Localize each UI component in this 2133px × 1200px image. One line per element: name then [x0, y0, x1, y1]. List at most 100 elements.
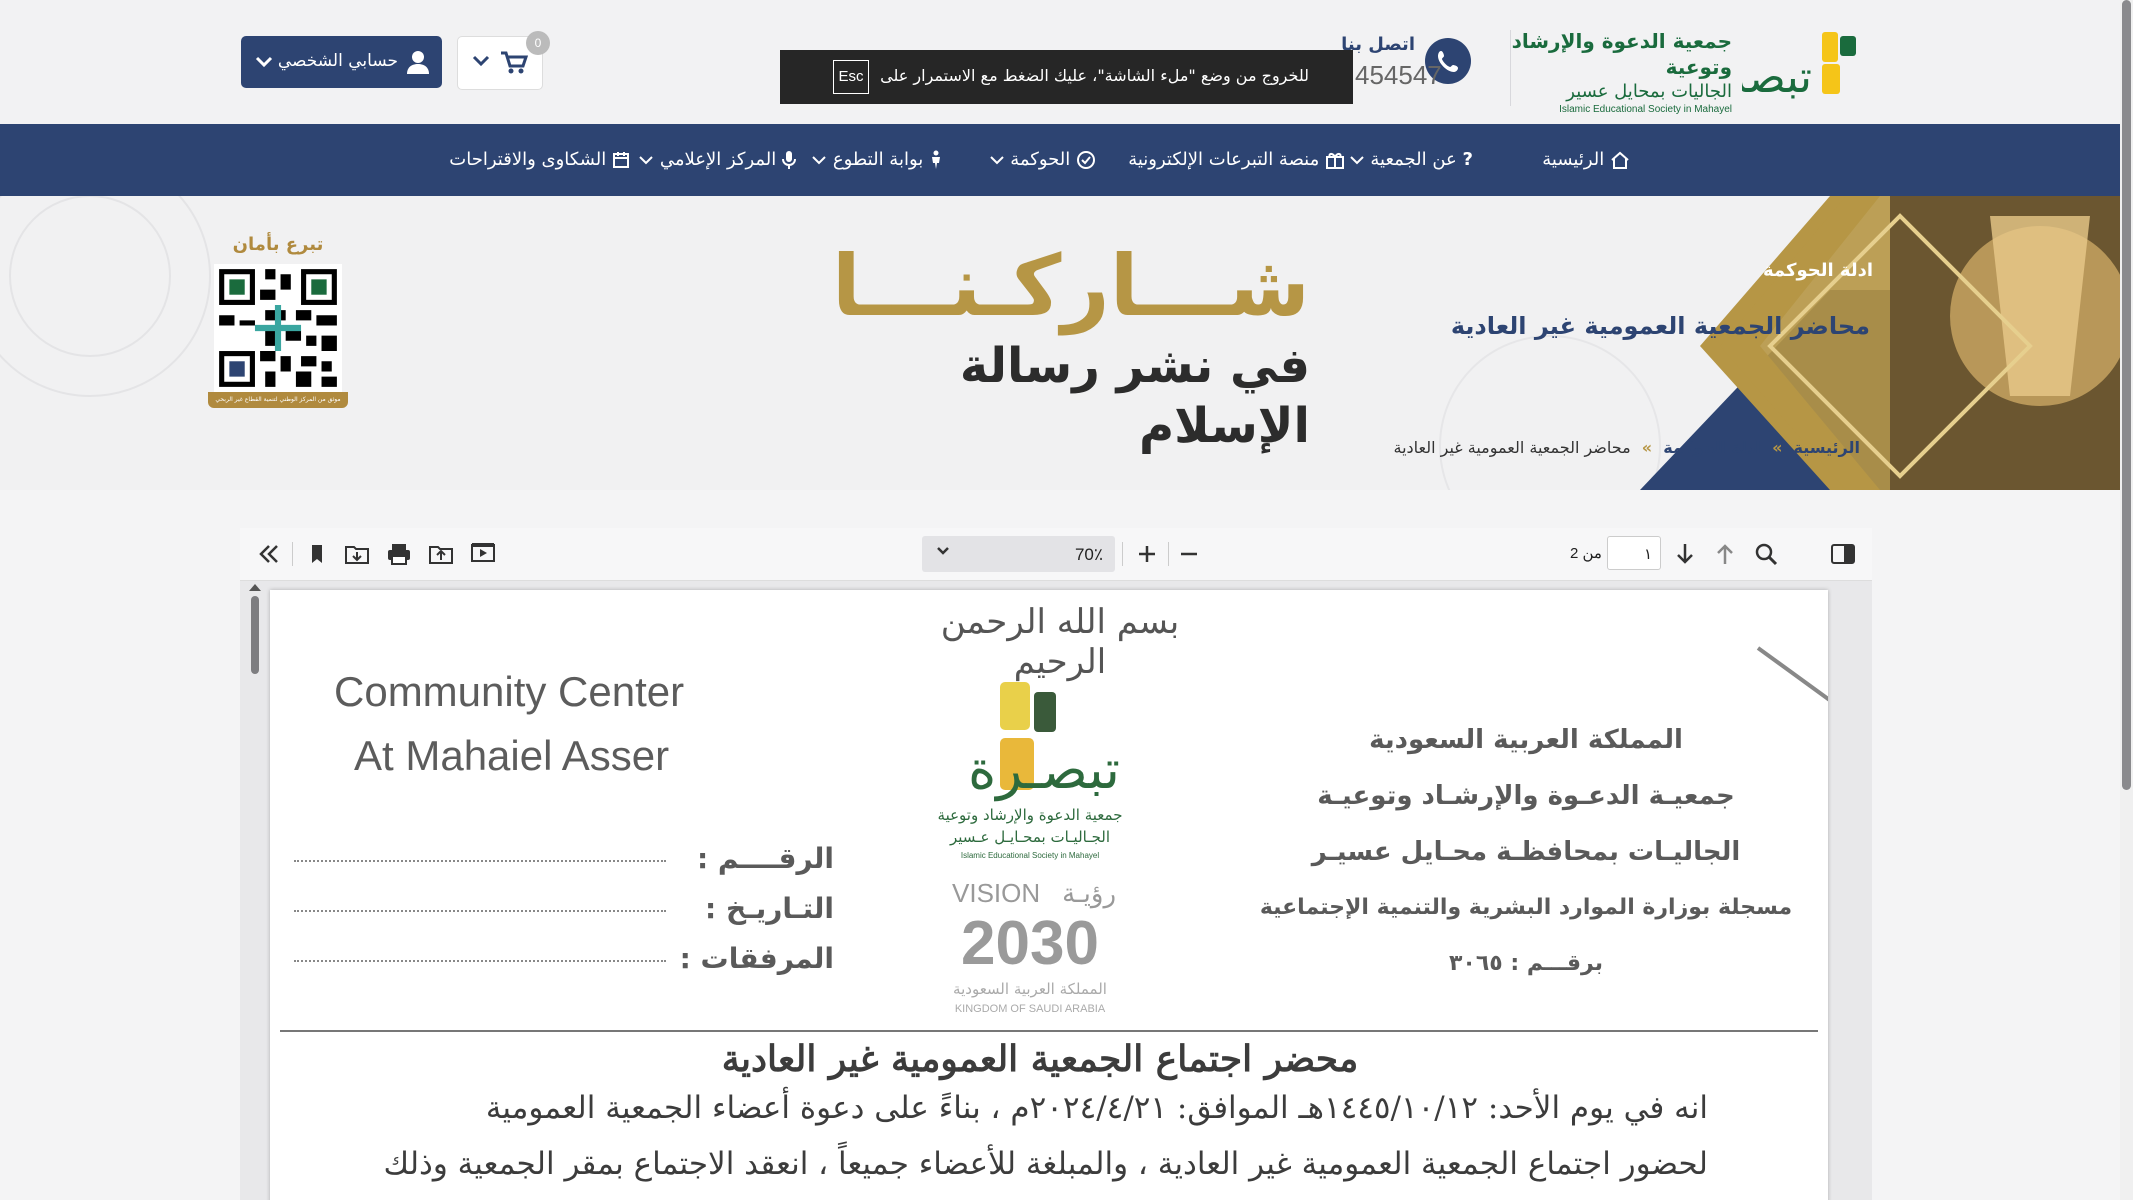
field-dots — [294, 910, 666, 912]
field-date: التـاريـخ : — [294, 886, 834, 936]
breadcrumb-parent[interactable]: ادلة الحوكمة — [1663, 438, 1761, 457]
vision-kingdom-ar: المملكة العربية السعودية — [953, 980, 1107, 998]
breadcrumb-separator: » — [1641, 438, 1653, 457]
pen-mark — [1756, 646, 1828, 703]
save-icon[interactable] — [342, 540, 372, 568]
pdf-page: بسم الله الرحمن الرحيم Community Center … — [270, 590, 1828, 1200]
english-header: Community Center At Mahaiel Asser — [334, 660, 684, 788]
arabic-header-line: جمعيـة الدعـوة والإرشـاد وتوعيـة — [1317, 781, 1735, 811]
scroll-up-icon[interactable] — [249, 584, 261, 591]
cart-button[interactable]: 0 — [457, 31, 550, 90]
cart-count-badge: 0 — [526, 31, 550, 55]
logo-line2: الجـاليـات بمحـايـل عـسير — [949, 828, 1110, 846]
contact-number[interactable]: 454547 — [1355, 60, 1442, 91]
arrow-up-icon[interactable] — [1710, 540, 1740, 568]
nav-label: المركز الإعلامي — [659, 149, 777, 170]
field-label: التـاريـخ : — [705, 892, 834, 925]
zoom-value: 70٪ — [1074, 545, 1103, 564]
toolbar-separator — [1168, 542, 1169, 566]
page-number-input[interactable]: ١ — [1607, 536, 1661, 570]
section-label: ادلة الحوكمة — [1763, 260, 1873, 281]
open-file-icon[interactable] — [426, 540, 456, 568]
chevron-down-icon — [812, 156, 826, 165]
arrow-down-icon[interactable] — [1670, 540, 1700, 568]
field-attachments: المرفقات : — [294, 936, 834, 986]
viewer-scrollbar[interactable] — [251, 596, 259, 674]
nav-item-media[interactable]: المركز الإعلامي — [638, 124, 796, 196]
arabic-header-line: مسجلة بوزارة الموارد البشرية والتنمية ال… — [1259, 895, 1793, 920]
nav-item-governance[interactable]: الحوكمة — [989, 124, 1097, 196]
nav-label: عن الجمعية — [1370, 149, 1457, 170]
person-icon — [932, 150, 940, 169]
header-divider — [1510, 30, 1511, 106]
user-icon — [407, 51, 429, 74]
site-logo[interactable]: تبصرة جمعية الدعوة والإرشاد وتوعية الجال… — [1500, 24, 1860, 115]
nav-label: الشكاوى والاقتراحات — [449, 149, 607, 170]
search-icon[interactable] — [1752, 540, 1782, 568]
chevron-down-icon — [1349, 156, 1364, 165]
fullscreen-toast: للخروج من وضع "ملء الشاشة"، عليك الضغط م… — [780, 50, 1353, 104]
logo-name: تبصـرة — [968, 738, 1120, 801]
qr-footer: موثق من المركز الوطني لتنمية القطاع غير … — [208, 392, 348, 408]
cart-icon — [501, 51, 528, 74]
gift-icon — [1326, 153, 1344, 169]
zoom-out-icon[interactable] — [1174, 540, 1204, 568]
presentation-mode-icon[interactable] — [468, 540, 498, 568]
arabic-header-line: المملكة العربية السعودية — [1369, 725, 1683, 755]
document-body-line: انه في يوم الأحد: ١٤٤٥/١٠/١٢هـ الموافق: … — [485, 1090, 1708, 1126]
logo-line3: Islamic Educational Society in Mahayel — [961, 851, 1100, 860]
tools-menu-icon[interactable] — [254, 540, 284, 568]
basmala: بسم الله الرحمن الرحيم — [940, 602, 1180, 682]
page-scrollbar[interactable] — [2120, 0, 2133, 1200]
nav-item-donations[interactable]: منصة التبرعات الإلكترونية — [1128, 124, 1345, 196]
breadcrumb-separator: » — [1772, 438, 1783, 457]
donate-safely-qr[interactable]: تبرع بأمان موثق من المركز الوطني لتنمية … — [208, 234, 348, 414]
nav-label: منصة التبرعات الإلكترونية — [1128, 149, 1320, 170]
page-total: من 2 — [1570, 545, 1602, 562]
nav-item-volunteer[interactable]: بوابة التطوع — [811, 124, 943, 196]
print-icon[interactable] — [384, 540, 414, 568]
pdf-toolbar: 70٪ من 2 ١ — [240, 528, 1872, 581]
vision-label-en: VISION — [952, 878, 1040, 908]
nav-item-about[interactable]: ? عن الجمعية — [1349, 124, 1473, 196]
breadcrumb-home[interactable]: الرئيسية — [1794, 438, 1861, 457]
field-label: الرقــــم : — [696, 842, 834, 875]
english-header-line2: At Mahaiel Asser — [354, 732, 670, 779]
microphone-icon — [782, 151, 796, 169]
vision-year: 2030 — [961, 909, 1099, 978]
zoom-in-icon[interactable] — [1132, 540, 1162, 568]
form-fields: الرقــــم : التـاريـخ : المرفقات : — [294, 836, 834, 986]
qr-code-icon — [214, 264, 342, 392]
chevron-down-icon — [472, 55, 490, 67]
esc-key: Esc — [833, 60, 869, 94]
field-dots — [294, 960, 666, 962]
nav-item-home[interactable]: الرئيسية — [1542, 124, 1630, 196]
nav-label: الحوكمة — [1010, 149, 1071, 170]
toolbar-separator — [292, 542, 293, 566]
page-title: محاضر الجمعية العمومية غير العادية — [1450, 312, 1870, 340]
logo-line3: Islamic Educational Society in Mahayel — [1559, 104, 1732, 115]
account-button[interactable]: حسابي الشخصي — [241, 36, 442, 88]
nav-item-complaints[interactable]: الشكاوى والاقتراحات — [449, 124, 630, 196]
arabic-header: المملكة العربية السعودية جمعيـة الدعـوة … — [1246, 712, 1806, 992]
fullscreen-message: للخروج من وضع "ملء الشاشة"، عليك الضغط م… — [880, 66, 1309, 85]
hero-subheadline: في نشر رسالة الإسلام — [959, 338, 1310, 454]
question-icon: ? — [1462, 149, 1473, 170]
field-dots — [294, 860, 666, 862]
zoom-select[interactable]: 70٪ — [922, 536, 1115, 572]
nav-label: بوابة التطوع — [832, 149, 924, 170]
logo-text: جمعية الدعوة والإرشاد وتوعية الجاليات بم… — [1492, 28, 1732, 115]
vision-label-ar: رؤيـة — [1062, 879, 1116, 909]
bookmark-icon[interactable] — [302, 540, 332, 568]
page-scrollbar-thumb[interactable] — [2122, 0, 2131, 790]
page-number-value: ١ — [1643, 546, 1652, 563]
document-logo: تبصـرة جمعية الدعوة والإرشاد وتوعية الجـ… — [938, 682, 1123, 1015]
chevron-down-icon — [989, 156, 1004, 165]
chevron-down-icon — [937, 547, 949, 555]
header-rule — [280, 1030, 1818, 1032]
qr-title: تبرع بأمان — [232, 234, 324, 255]
logo-line1: جمعية الدعوة والإرشاد وتوعية — [938, 806, 1123, 824]
logo-mark-icon: تبصرة — [1742, 32, 1856, 100]
sidebar-toggle-icon[interactable] — [1828, 540, 1858, 568]
registration-number: برقـــم : ٣٠٦٥ — [1449, 951, 1603, 976]
